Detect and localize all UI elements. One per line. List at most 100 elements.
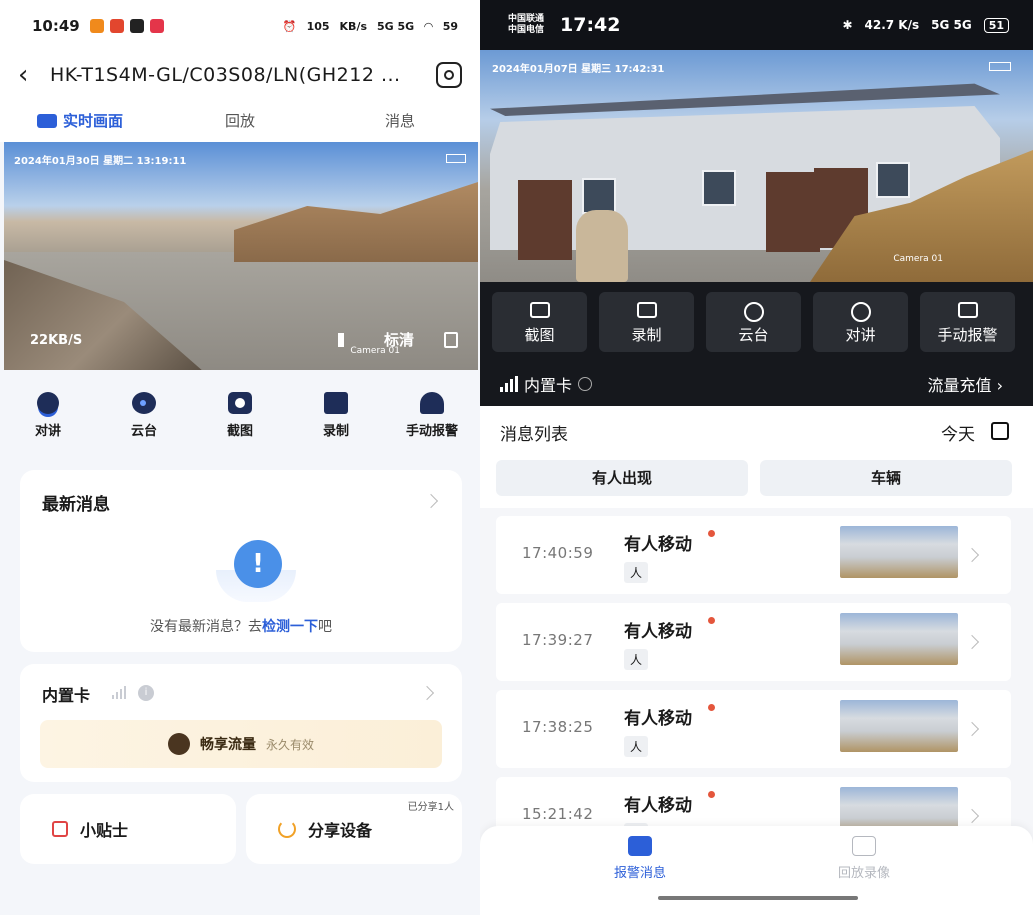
info-icon[interactable]: i — [138, 685, 154, 701]
video-timestamp: 2024年01月30日 星期二 13:19:11 — [14, 156, 187, 167]
live-video-feed[interactable]: 2024年01月30日 星期二 13:19:11 22KB/S Camera 0… — [4, 142, 478, 370]
device-title: HK-T1S4M-GL/C03S08/LN(GH212 ... — [50, 64, 401, 86]
tab-alarm-messages-label: 报警消息 — [613, 866, 666, 881]
speaker-icon[interactable] — [337, 332, 354, 347]
fullscreen-rotate-icon[interactable] — [444, 331, 458, 348]
filter-person-appeared[interactable]: 有人出现 — [496, 460, 748, 496]
view-tabs: 实时画面 回放 消息 — [0, 98, 480, 142]
signal-bars-icon — [112, 686, 126, 699]
event-tag: 人 — [624, 649, 649, 670]
left-phone-screen: 10:49 ⏰ 105 KB/s 5G 5G ◠ 59 ‹ HK-T1S4M-G… — [0, 0, 480, 915]
back-icon[interactable]: ‹ — [18, 60, 50, 90]
share-device-card[interactable]: 已分享1人 分享设备 — [246, 794, 462, 864]
detect-link[interactable]: 检测一下 — [262, 619, 318, 635]
tab-playback[interactable]: 回放 — [160, 110, 320, 131]
tab-live-view[interactable]: 实时画面 — [0, 110, 160, 131]
video-window — [876, 162, 910, 198]
unread-dot — [708, 791, 715, 798]
record-button[interactable]: 录制 — [291, 384, 381, 454]
stream-bitrate: 22KB/S — [30, 333, 83, 348]
manual-alarm-label: 手动报警 — [937, 326, 998, 344]
tips-icon — [52, 821, 68, 837]
network-speed: 105 — [306, 19, 330, 33]
screenshot-label: 截图 — [524, 326, 555, 344]
ptz-icon — [743, 302, 764, 322]
home-indicator — [658, 896, 858, 900]
tab-playback-recordings[interactable]: 回放录像 — [804, 836, 924, 881]
sim-card-panel[interactable]: 内置卡 i 畅享流量 永久有效 — [20, 664, 462, 782]
data-topup-link[interactable]: 流量充值 › — [928, 372, 1004, 396]
carrier-2: 中国电信 — [508, 25, 545, 35]
talk-label: 对讲 — [845, 326, 876, 344]
ptz-button[interactable]: 云台 — [706, 292, 801, 352]
ptz-button[interactable]: 云台 — [99, 384, 189, 454]
ptz-label: 云台 — [130, 424, 157, 439]
record-label: 录制 — [322, 424, 349, 439]
manual-alarm-button[interactable]: 手动报警 — [920, 292, 1015, 352]
list-item[interactable]: 17:39:27 有人移动 人 — [496, 603, 1011, 681]
event-tag: 人 — [624, 562, 649, 583]
calendar-icon[interactable] — [991, 422, 1009, 440]
tab-messages[interactable]: 消息 — [320, 110, 480, 131]
unread-dot — [708, 530, 715, 537]
event-thumbnail[interactable] — [840, 613, 958, 665]
share-device-label: 分享设备 — [308, 821, 373, 840]
event-time: 17:39:27 — [522, 631, 594, 649]
screenshot-button[interactable]: 截图 — [195, 384, 285, 454]
tips-label: 小贴士 — [80, 821, 129, 840]
alarm-icon — [420, 392, 444, 414]
bluetooth-icon: ✱ — [842, 18, 853, 32]
status-right: ✱ 42.7 K/s 5G 5G 51 — [842, 17, 1009, 33]
tiktok-icon — [129, 19, 144, 33]
quality-toggle[interactable]: 标清 — [384, 329, 414, 350]
sim-card-status[interactable]: 内置卡 — [500, 372, 593, 396]
event-title: 有人移动 — [624, 535, 692, 555]
empty-message-prefix: 没有最新消息？去 — [150, 619, 262, 635]
video-door — [518, 180, 572, 260]
empty-message: 没有最新消息？去检测一下吧 — [20, 616, 462, 636]
manual-alarm-button[interactable]: 手动报警 — [387, 384, 477, 454]
carrier-1: 中国联通 — [508, 14, 545, 24]
list-item[interactable]: 17:38:25 有人移动 人 — [496, 690, 1011, 768]
signal-icon: 5G 5G — [377, 19, 415, 33]
signal-icon: 5G 5G — [931, 18, 972, 32]
chevron-right-icon — [419, 685, 435, 701]
status-time: 17:42 — [560, 14, 621, 36]
app-notification-icon — [109, 19, 124, 33]
network-speed: 42.7 K/s — [864, 18, 920, 32]
talk-button[interactable]: 对讲 — [3, 384, 93, 454]
talk-button[interactable]: 对讲 — [813, 292, 908, 352]
info-icon[interactable] — [578, 377, 593, 391]
video-controls: 标清 — [337, 329, 458, 350]
share-count: 已分享1人 — [407, 802, 454, 813]
ptz-label: 云台 — [738, 326, 769, 344]
status-right: ⏰ 105 KB/s 5G 5G ◠ 59 — [283, 20, 458, 33]
list-item[interactable]: 17:40:59 有人移动 人 — [496, 516, 1011, 594]
signal-bars-icon — [500, 376, 518, 392]
filter-vehicle[interactable]: 车辆 — [760, 460, 1012, 496]
latest-news-card[interactable]: 最新消息 ! 没有最新消息？去检测一下吧 — [20, 470, 462, 652]
camera-battery-icon — [446, 154, 466, 163]
mascot-icon — [167, 733, 190, 755]
banner-title: 畅享流量 — [199, 737, 256, 753]
event-title: 有人移动 — [624, 622, 692, 642]
ptz-icon — [132, 392, 156, 414]
camera-battery-icon — [989, 62, 1011, 71]
data-plan-banner[interactable]: 畅享流量 永久有效 — [40, 720, 442, 768]
date-filter[interactable]: 今天 — [941, 420, 975, 445]
talk-label: 对讲 — [34, 424, 61, 439]
tab-alarm-messages[interactable]: 报警消息 — [580, 836, 700, 881]
event-thumbnail[interactable] — [840, 526, 958, 578]
screenshot-button[interactable]: 截图 — [492, 292, 587, 352]
event-thumbnail[interactable] — [840, 700, 958, 752]
control-buttons: 截图 录制 云台 对讲 手动报警 — [492, 292, 1015, 352]
playback-video-feed[interactable]: 2024年01月07日 星期三 17:42:31 Camera 01 — [480, 50, 1033, 282]
event-time: 17:40:59 — [522, 544, 594, 562]
tips-card[interactable]: 小贴士 — [20, 794, 236, 864]
record-button[interactable]: 录制 — [599, 292, 694, 352]
network-speed-unit: KB/s — [339, 19, 368, 33]
event-title: 有人移动 — [624, 796, 692, 816]
settings-gear-icon[interactable] — [436, 62, 462, 88]
message-list-header: 消息列表 今天 有人出现 车辆 — [480, 406, 1033, 508]
status-bar: 中国联通 中国电信 17:42 ✱ 42.7 K/s 5G 5G 51 — [480, 0, 1033, 50]
